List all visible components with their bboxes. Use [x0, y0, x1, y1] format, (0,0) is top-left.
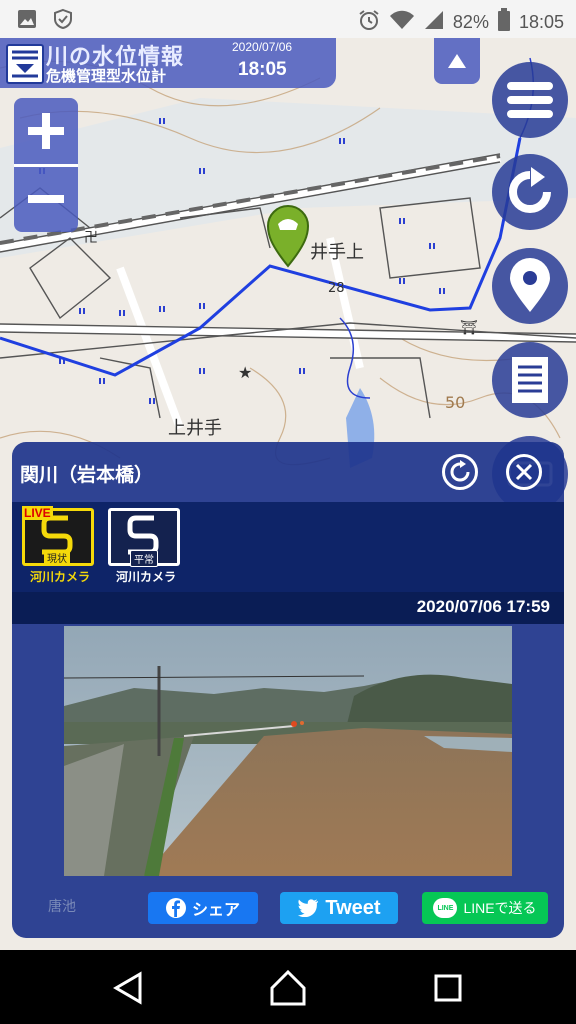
live-camera-icon: LIVE 現状 — [22, 506, 94, 566]
live-badge: LIVE — [22, 506, 53, 520]
photo-timestamp: 2020/07/06 17:59 — [416, 597, 550, 616]
station-title: 関川（岩本橋） — [20, 464, 154, 486]
android-nav-bar — [0, 950, 576, 1024]
normal-sub-label: 平常 — [130, 550, 158, 567]
facebook-share-label: シェア — [191, 902, 240, 919]
app-header: 川の水位情報 危機管理型水位計 2020/07/06 18:05 — [0, 38, 336, 88]
map-label-elevation-28: 28 — [328, 281, 345, 296]
menu-button[interactable] — [492, 62, 568, 138]
share-buttons: 唐池 シェア Tweet LINE LINEで送る — [12, 878, 564, 938]
map-label-elevation-50: 50 — [445, 393, 465, 412]
camera-info-panel: 関川（岩本橋） LIVE 現状 河川カメラ 平常 河川カメラ 2020/07/0… — [12, 442, 564, 938]
location-pin-icon — [510, 258, 550, 312]
triangle-up-icon — [448, 54, 466, 68]
back-button[interactable] — [104, 968, 152, 1008]
app-logo-icon — [6, 44, 44, 84]
map-label-place-upper: 井手上 — [310, 242, 364, 263]
plus-icon — [28, 113, 64, 149]
line-send-label: LINEで送る — [463, 900, 537, 916]
refresh-icon — [509, 167, 551, 213]
collapse-up-button[interactable] — [434, 38, 480, 84]
live-camera-button[interactable]: LIVE 現状 河川カメラ — [22, 506, 98, 585]
zoom-in-button[interactable] — [14, 98, 78, 164]
status-bar: 82% 18:05 — [0, 0, 576, 38]
normal-camera-button[interactable]: 平常 河川カメラ — [108, 508, 184, 585]
zoom-out-button[interactable] — [14, 167, 78, 232]
image-icon — [16, 8, 38, 35]
back-triangle-icon — [113, 971, 142, 1005]
current-location-button[interactable] — [492, 248, 568, 324]
alarm-icon — [357, 8, 381, 37]
facebook-icon — [165, 898, 186, 918]
map-label-temple: 卍 — [84, 230, 98, 246]
hamburger-menu-icon — [507, 82, 553, 118]
refresh-map-button[interactable] — [492, 154, 568, 230]
document-list-icon — [512, 357, 548, 403]
zoom-control — [14, 98, 78, 232]
refresh-icon — [450, 460, 470, 482]
wifi-icon — [389, 9, 415, 36]
normal-camera-label: 河川カメラ — [115, 570, 176, 584]
close-panel-button[interactable] — [506, 454, 542, 490]
photo-timestamp-bar: 2020/07/06 17:59 — [12, 592, 564, 624]
map-star-icon: ★ — [238, 363, 252, 382]
river-camera-image[interactable] — [64, 626, 512, 876]
map-label-bottom-place: 唐池 — [48, 899, 76, 915]
live-sub-label: 現状 — [44, 550, 70, 565]
recents-square-icon — [434, 974, 462, 1002]
normal-camera-icon: 平常 — [108, 508, 180, 567]
home-button[interactable] — [264, 966, 312, 1010]
header-date: 2020/07/06 — [232, 40, 293, 54]
twitter-tweet-button[interactable]: Tweet — [280, 892, 398, 924]
shield-check-icon — [52, 8, 74, 35]
home-icon — [270, 969, 306, 1006]
app-subtitle: 危機管理型水位計 — [46, 67, 167, 85]
list-button[interactable] — [492, 342, 568, 418]
map-label-shrine: ⛩ — [460, 320, 478, 336]
live-camera-label: 河川カメラ — [29, 570, 90, 584]
battery-icon — [497, 8, 511, 37]
minus-icon — [28, 195, 64, 203]
map-label-place-lower: 上井手 — [168, 418, 222, 439]
tweet-label: Tweet — [325, 896, 381, 919]
signal-icon — [423, 9, 445, 36]
line-send-button[interactable]: LINE LINEで送る — [422, 892, 548, 924]
status-time: 18:05 — [518, 12, 564, 32]
line-logo-icon: LINE — [433, 898, 458, 918]
camera-selector: LIVE 現状 河川カメラ 平常 河川カメラ — [12, 502, 564, 592]
close-icon — [515, 463, 533, 481]
refresh-panel-button[interactable] — [442, 454, 478, 490]
battery-percent: 82% — [452, 12, 489, 32]
facebook-share-button[interactable]: シェア — [148, 892, 258, 924]
recents-button[interactable] — [424, 968, 472, 1008]
twitter-bird-icon — [298, 899, 319, 917]
header-time: 18:05 — [238, 59, 287, 80]
